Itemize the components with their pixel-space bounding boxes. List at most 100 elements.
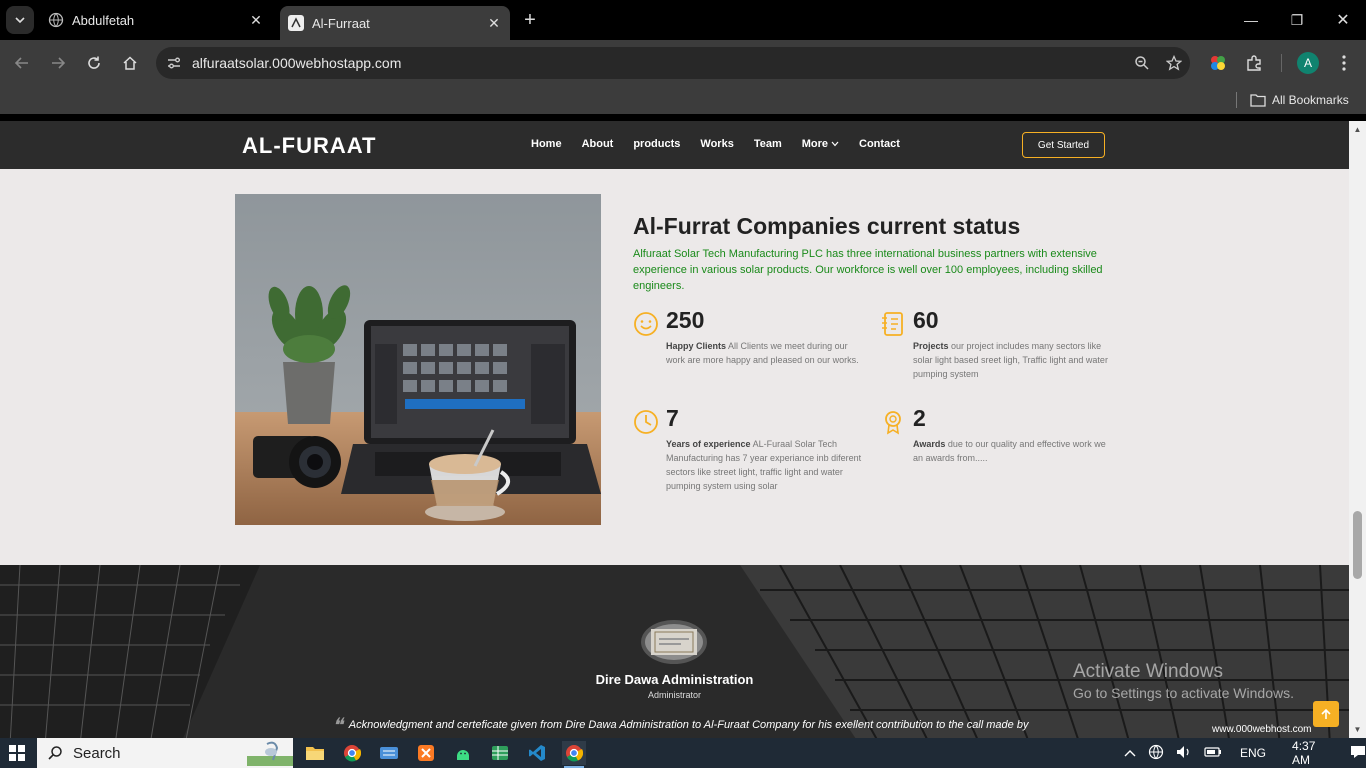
system-tray: ENG 4:37 AM xyxy=(1124,738,1366,768)
stat-label: Awards xyxy=(913,439,946,449)
chrome-active-icon[interactable] xyxy=(562,741,586,768)
windows-start-icon[interactable] xyxy=(9,745,25,761)
browser-menu-button[interactable] xyxy=(1330,49,1358,77)
stat-label: Happy Clients xyxy=(666,341,727,351)
testimonial-section: Dire Dawa Administration Administrator ❝… xyxy=(0,565,1349,738)
forward-button[interactable] xyxy=(44,49,72,77)
site-header: AL-FURAAT Home About products Works Team… xyxy=(0,121,1349,169)
keyboard-app-icon[interactable] xyxy=(377,741,401,765)
zoom-icon[interactable] xyxy=(1126,55,1158,71)
search-highlight-bird-icon xyxy=(247,741,293,766)
restore-button[interactable]: ❐ xyxy=(1274,0,1320,40)
xampp-icon[interactable] xyxy=(414,741,438,765)
site-favicon-icon xyxy=(288,15,304,31)
tab-abdulfetah[interactable]: Abdulfetah ✕ xyxy=(40,6,272,34)
scrollbar-thumb[interactable] xyxy=(1353,511,1362,579)
tab-title: Abdulfetah xyxy=(72,12,135,28)
chevron-up-icon[interactable] xyxy=(1124,746,1136,760)
spreadsheet-app-icon[interactable] xyxy=(488,741,512,765)
stat-number: 250 xyxy=(666,307,705,333)
page-viewport: AL-FURAAT Home About products Works Team… xyxy=(0,121,1349,738)
kebab-menu-icon xyxy=(1342,55,1346,71)
scroll-down-arrow[interactable]: ▼ xyxy=(1353,725,1362,735)
tab-al-furraat[interactable]: Al-Furraat ✕ xyxy=(280,6,510,40)
back-button[interactable] xyxy=(8,49,36,77)
volume-icon[interactable] xyxy=(1176,745,1192,762)
activate-subtitle: Go to Settings to activate Windows. xyxy=(1073,685,1294,701)
testimonial-quote: ❝ Acknowledgment and certeficate given fr… xyxy=(332,713,1032,738)
search-icon xyxy=(48,746,62,760)
arrow-up-icon xyxy=(1321,708,1331,719)
testimonial-quote-text: Acknowledgment and certeficate given fro… xyxy=(348,719,1029,731)
bookmarks-divider xyxy=(1236,92,1237,108)
nav-about[interactable]: About xyxy=(582,138,614,150)
activate-title: Activate Windows xyxy=(1073,661,1223,682)
notifications-icon[interactable] xyxy=(1350,745,1366,762)
reload-button[interactable] xyxy=(80,49,108,77)
stat-text: Years of experience AL-Furaal Solar Tech… xyxy=(666,437,864,493)
nav-contact[interactable]: Contact xyxy=(859,138,900,150)
language-indicator[interactable]: ENG xyxy=(1240,746,1266,760)
chevron-down-icon xyxy=(15,17,25,24)
url-text[interactable]: alfuraatsolar.000webhostapp.com xyxy=(192,55,1126,71)
webhost-badge[interactable]: www.000webhost.com xyxy=(1212,724,1312,735)
stat-label: Projects xyxy=(913,341,949,351)
profile-avatar: A xyxy=(1297,52,1319,74)
all-bookmarks-button[interactable]: All Bookmarks xyxy=(1250,90,1349,110)
chrome-icon[interactable] xyxy=(340,741,364,765)
toolbar-divider xyxy=(1281,54,1282,72)
site-logo[interactable]: AL-FURAAT xyxy=(242,133,376,159)
quote-icon: ❝ xyxy=(332,715,343,737)
color-extension-icon[interactable] xyxy=(1204,49,1232,77)
stat-number: 2 xyxy=(913,405,926,431)
browser-toolbar: alfuraatsolar.000webhostapp.com A xyxy=(0,40,1366,86)
android-studio-icon[interactable] xyxy=(451,741,475,765)
main-nav: Home About products Works Team More Cont… xyxy=(531,138,900,150)
scroll-up-arrow[interactable]: ▲ xyxy=(1353,125,1362,135)
bookmark-star-icon[interactable] xyxy=(1158,55,1190,71)
smiley-icon xyxy=(633,311,659,337)
reload-icon xyxy=(88,56,100,69)
stat-text: Awards due to our quality and effective … xyxy=(913,437,1111,465)
vscode-icon[interactable] xyxy=(525,741,549,765)
close-icon[interactable]: ✕ xyxy=(486,15,502,31)
home-button[interactable] xyxy=(116,49,144,77)
chevron-down-icon xyxy=(831,141,839,147)
clock-icon xyxy=(633,409,659,435)
site-settings-icon[interactable] xyxy=(156,55,192,71)
stat-text: Happy Clients All Clients we meet during… xyxy=(666,339,864,367)
nav-works[interactable]: Works xyxy=(700,138,733,150)
extensions-puzzle-icon[interactable] xyxy=(1240,49,1268,77)
taskbar-search[interactable]: Search xyxy=(37,738,293,768)
window-close-button[interactable]: ✕ xyxy=(1320,0,1366,40)
status-section-image xyxy=(235,194,601,525)
all-bookmarks-label: All Bookmarks xyxy=(1272,93,1349,107)
back-to-top-button[interactable] xyxy=(1313,701,1339,727)
stat-number: 60 xyxy=(913,307,939,333)
tab-search-button[interactable] xyxy=(6,6,34,34)
file-explorer-icon[interactable] xyxy=(303,741,327,765)
clock-time[interactable]: 4:37 AM xyxy=(1292,739,1324,767)
bookmarks-bar: All Bookmarks xyxy=(0,86,1366,114)
get-started-button[interactable]: Get Started xyxy=(1022,132,1105,158)
windows-taskbar: Search ENG 4:37 AM xyxy=(0,738,1366,768)
nav-products[interactable]: products xyxy=(633,138,680,150)
close-icon[interactable]: ✕ xyxy=(248,12,264,28)
nav-more-label: More xyxy=(801,138,829,150)
arrow-left-icon xyxy=(14,57,28,69)
profile-button[interactable]: A xyxy=(1294,49,1322,77)
award-icon xyxy=(880,409,906,435)
minimize-button[interactable]: — xyxy=(1228,0,1274,40)
nav-team[interactable]: Team xyxy=(754,138,782,150)
stat-label: Years of experience xyxy=(666,439,751,449)
arrow-right-icon xyxy=(52,57,66,69)
page-scrollbar[interactable]: ▲ ▼ xyxy=(1349,121,1366,738)
taskbar-search-label: Search xyxy=(73,744,121,762)
battery-icon[interactable] xyxy=(1204,746,1222,760)
network-globe-icon[interactable] xyxy=(1148,744,1164,763)
nav-more[interactable]: More xyxy=(802,138,839,150)
new-tab-button[interactable]: + xyxy=(518,8,542,32)
nav-home[interactable]: Home xyxy=(531,138,562,150)
testimonial-avatar xyxy=(641,620,707,664)
address-bar[interactable]: alfuraatsolar.000webhostapp.com xyxy=(156,47,1190,79)
